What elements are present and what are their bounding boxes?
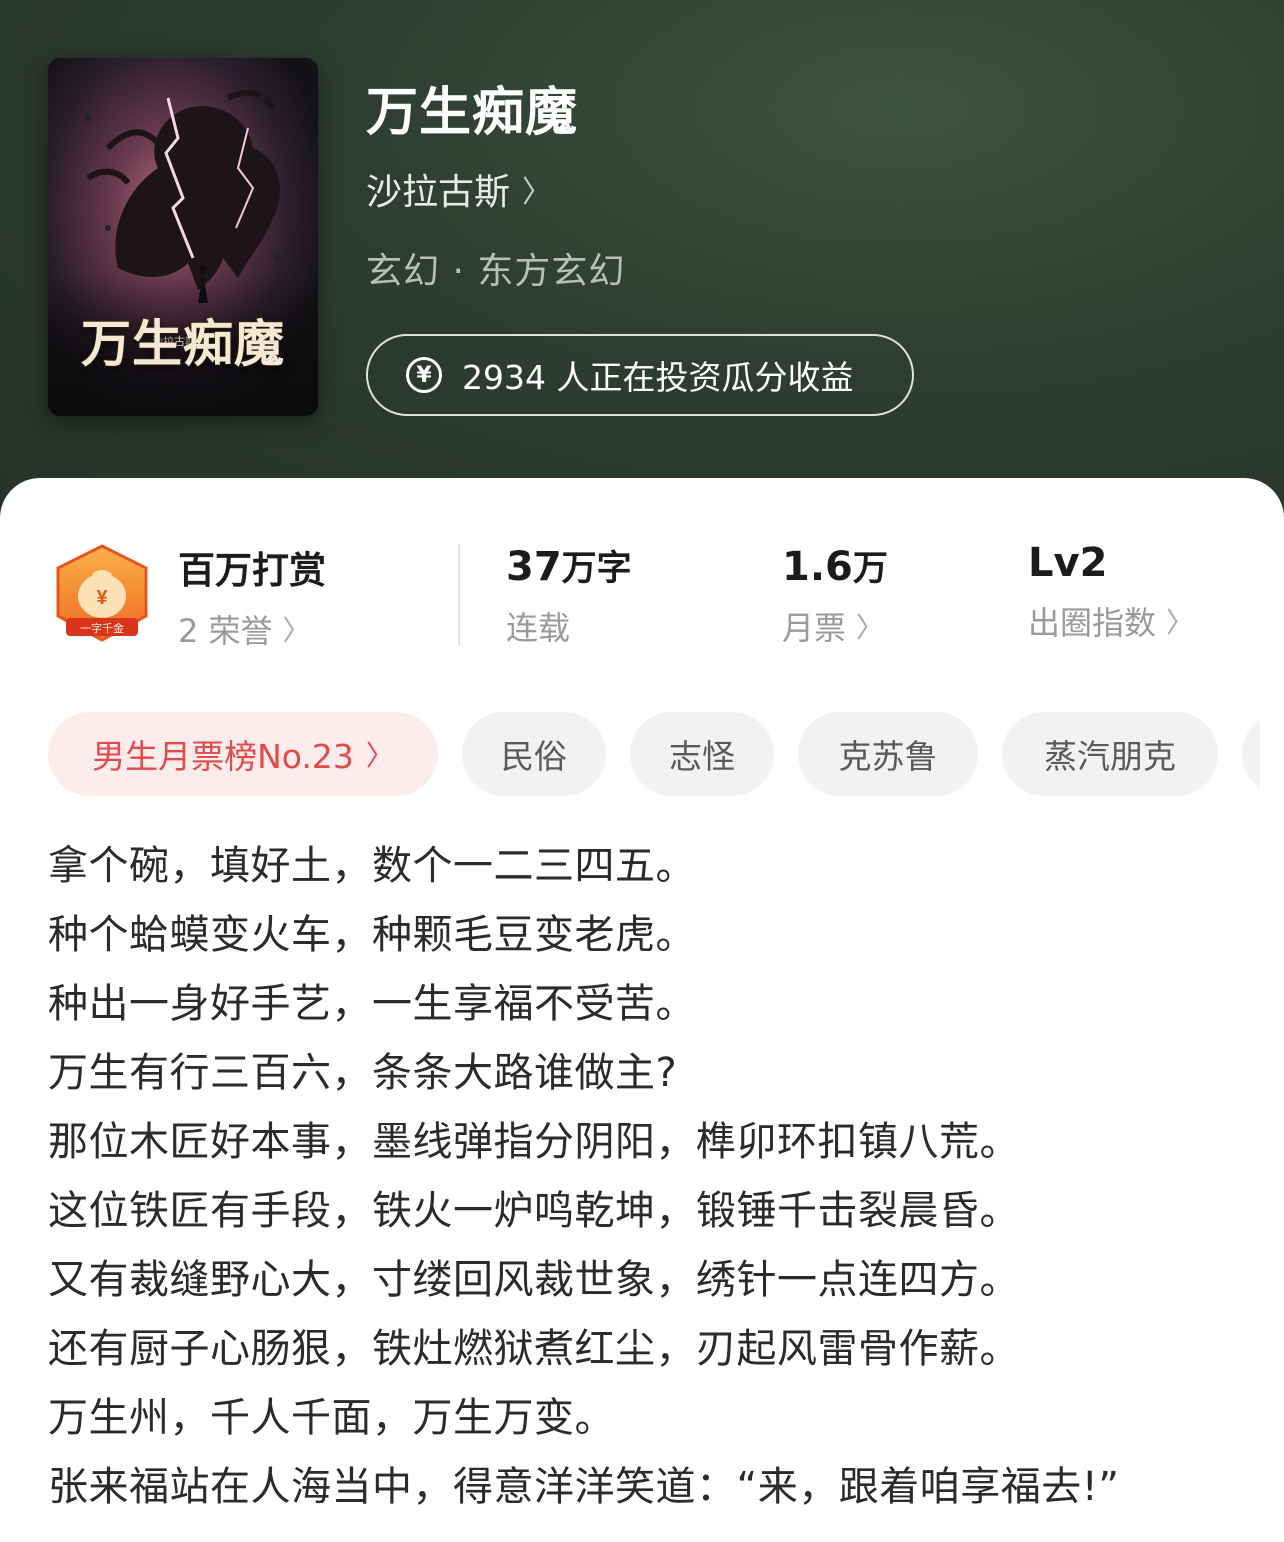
tag-rank-label: 男生月票榜No.23: [92, 737, 354, 776]
synopsis[interactable]: 拿个碗，填好土，数个一二三四五。 种个蛤蟆变火车，种颗毛豆变老虎。 种出一身好手…: [48, 834, 1268, 1524]
book-cover[interactable]: 沙拉古斯 著 万生痴魔: [48, 58, 318, 416]
ticket-value: 1.6: [782, 544, 853, 590]
invest-button[interactable]: ¥ 2934 人正在投资瓜分收益: [366, 334, 914, 416]
chevron-right-icon: 〉: [1166, 606, 1195, 639]
author-link[interactable]: 沙拉古斯 〉: [366, 163, 552, 215]
tag-row: 男生月票榜No.23 〉 民俗 志怪 克苏鲁 蒸汽朋克: [48, 712, 1260, 796]
book-title: 万生痴魔: [366, 83, 579, 143]
stat-word-count: 37万字 连载: [506, 540, 632, 649]
synopsis-line: 种出一身好手艺，一生享福不受苦。: [48, 981, 696, 1027]
ticket-label: 月票: [782, 609, 847, 647]
book-genre: 玄幻 · 东方玄幻: [366, 251, 626, 292]
synopsis-line: 张来福站在人海当中，得意洋洋笑道：“来，跟着咱享福去!”: [48, 1464, 1120, 1510]
chevron-right-icon: 〉: [522, 175, 553, 210]
word-count-unit: 万字: [561, 549, 632, 589]
cover-title-text: 万生痴魔: [81, 314, 285, 373]
yuan-coin-icon: ¥: [406, 357, 442, 393]
stats-divider: [458, 544, 460, 646]
level-label: 出圈指数: [1028, 604, 1157, 642]
synopsis-line: 万生州，千人千面，万生万变。: [48, 1395, 615, 1441]
synopsis-line: 这位铁匠有手段，铁火一炉鸣乾坤，锻锤千击裂晨昏。: [48, 1188, 1020, 1234]
chevron-right-icon: 〉: [856, 611, 885, 644]
synopsis-line: 万生有行三百六，条条大路谁做主?: [48, 1050, 678, 1096]
stat-reward[interactable]: 百万打赏 2 荣誉 〉: [178, 540, 326, 652]
synopsis-line: 那位木匠好本事，墨线弹指分阴阳，榫卯环扣镇八荒。: [48, 1119, 1020, 1165]
chevron-right-icon: 〉: [282, 614, 311, 647]
tag-supernatural[interactable]: 志怪: [630, 712, 774, 796]
badge-label: 一字千金: [80, 621, 124, 635]
synopsis-line: 还有厨子心肠狠，铁灶燃狱煮红尘，刃起风雷骨作薪。: [48, 1326, 1020, 1372]
tag-more[interactable]: [1242, 712, 1260, 796]
synopsis-line: 拿个碗，填好土，数个一二三四五。: [48, 843, 696, 889]
ticket-unit: 万: [852, 549, 888, 589]
level-value: Lv2: [1028, 540, 1108, 586]
chevron-right-icon: 〉: [365, 739, 394, 772]
synopsis-line: 种个蛤蟆变火车，种颗毛豆变老虎。: [48, 912, 696, 958]
serial-status: 连载: [506, 609, 571, 647]
tag-rank[interactable]: 男生月票榜No.23 〉: [48, 712, 438, 796]
invest-text: 2934 人正在投资瓜分收益: [462, 358, 854, 397]
synopsis-line: 又有裁缝野心大，寸缕回风裁世象，绣针一点连四方。: [48, 1257, 1020, 1303]
reward-badge-icon[interactable]: ¥ 一字千金: [52, 542, 152, 646]
tag-folklore[interactable]: 民俗: [462, 712, 606, 796]
author-name: 沙拉古斯: [366, 172, 511, 213]
reward-honor-count: 2 荣誉: [178, 612, 273, 650]
stat-monthly-tickets[interactable]: 1.6万 月票 〉: [782, 540, 888, 649]
svg-text:¥: ¥: [96, 587, 108, 609]
tag-steampunk[interactable]: 蒸汽朋克: [1002, 712, 1218, 796]
reward-title: 百万打赏: [178, 549, 326, 592]
word-count-value: 37: [506, 544, 562, 590]
tag-cthulhu[interactable]: 克苏鲁: [798, 712, 978, 796]
stat-popularity-index[interactable]: Lv2 出圈指数 〉: [1028, 540, 1194, 644]
